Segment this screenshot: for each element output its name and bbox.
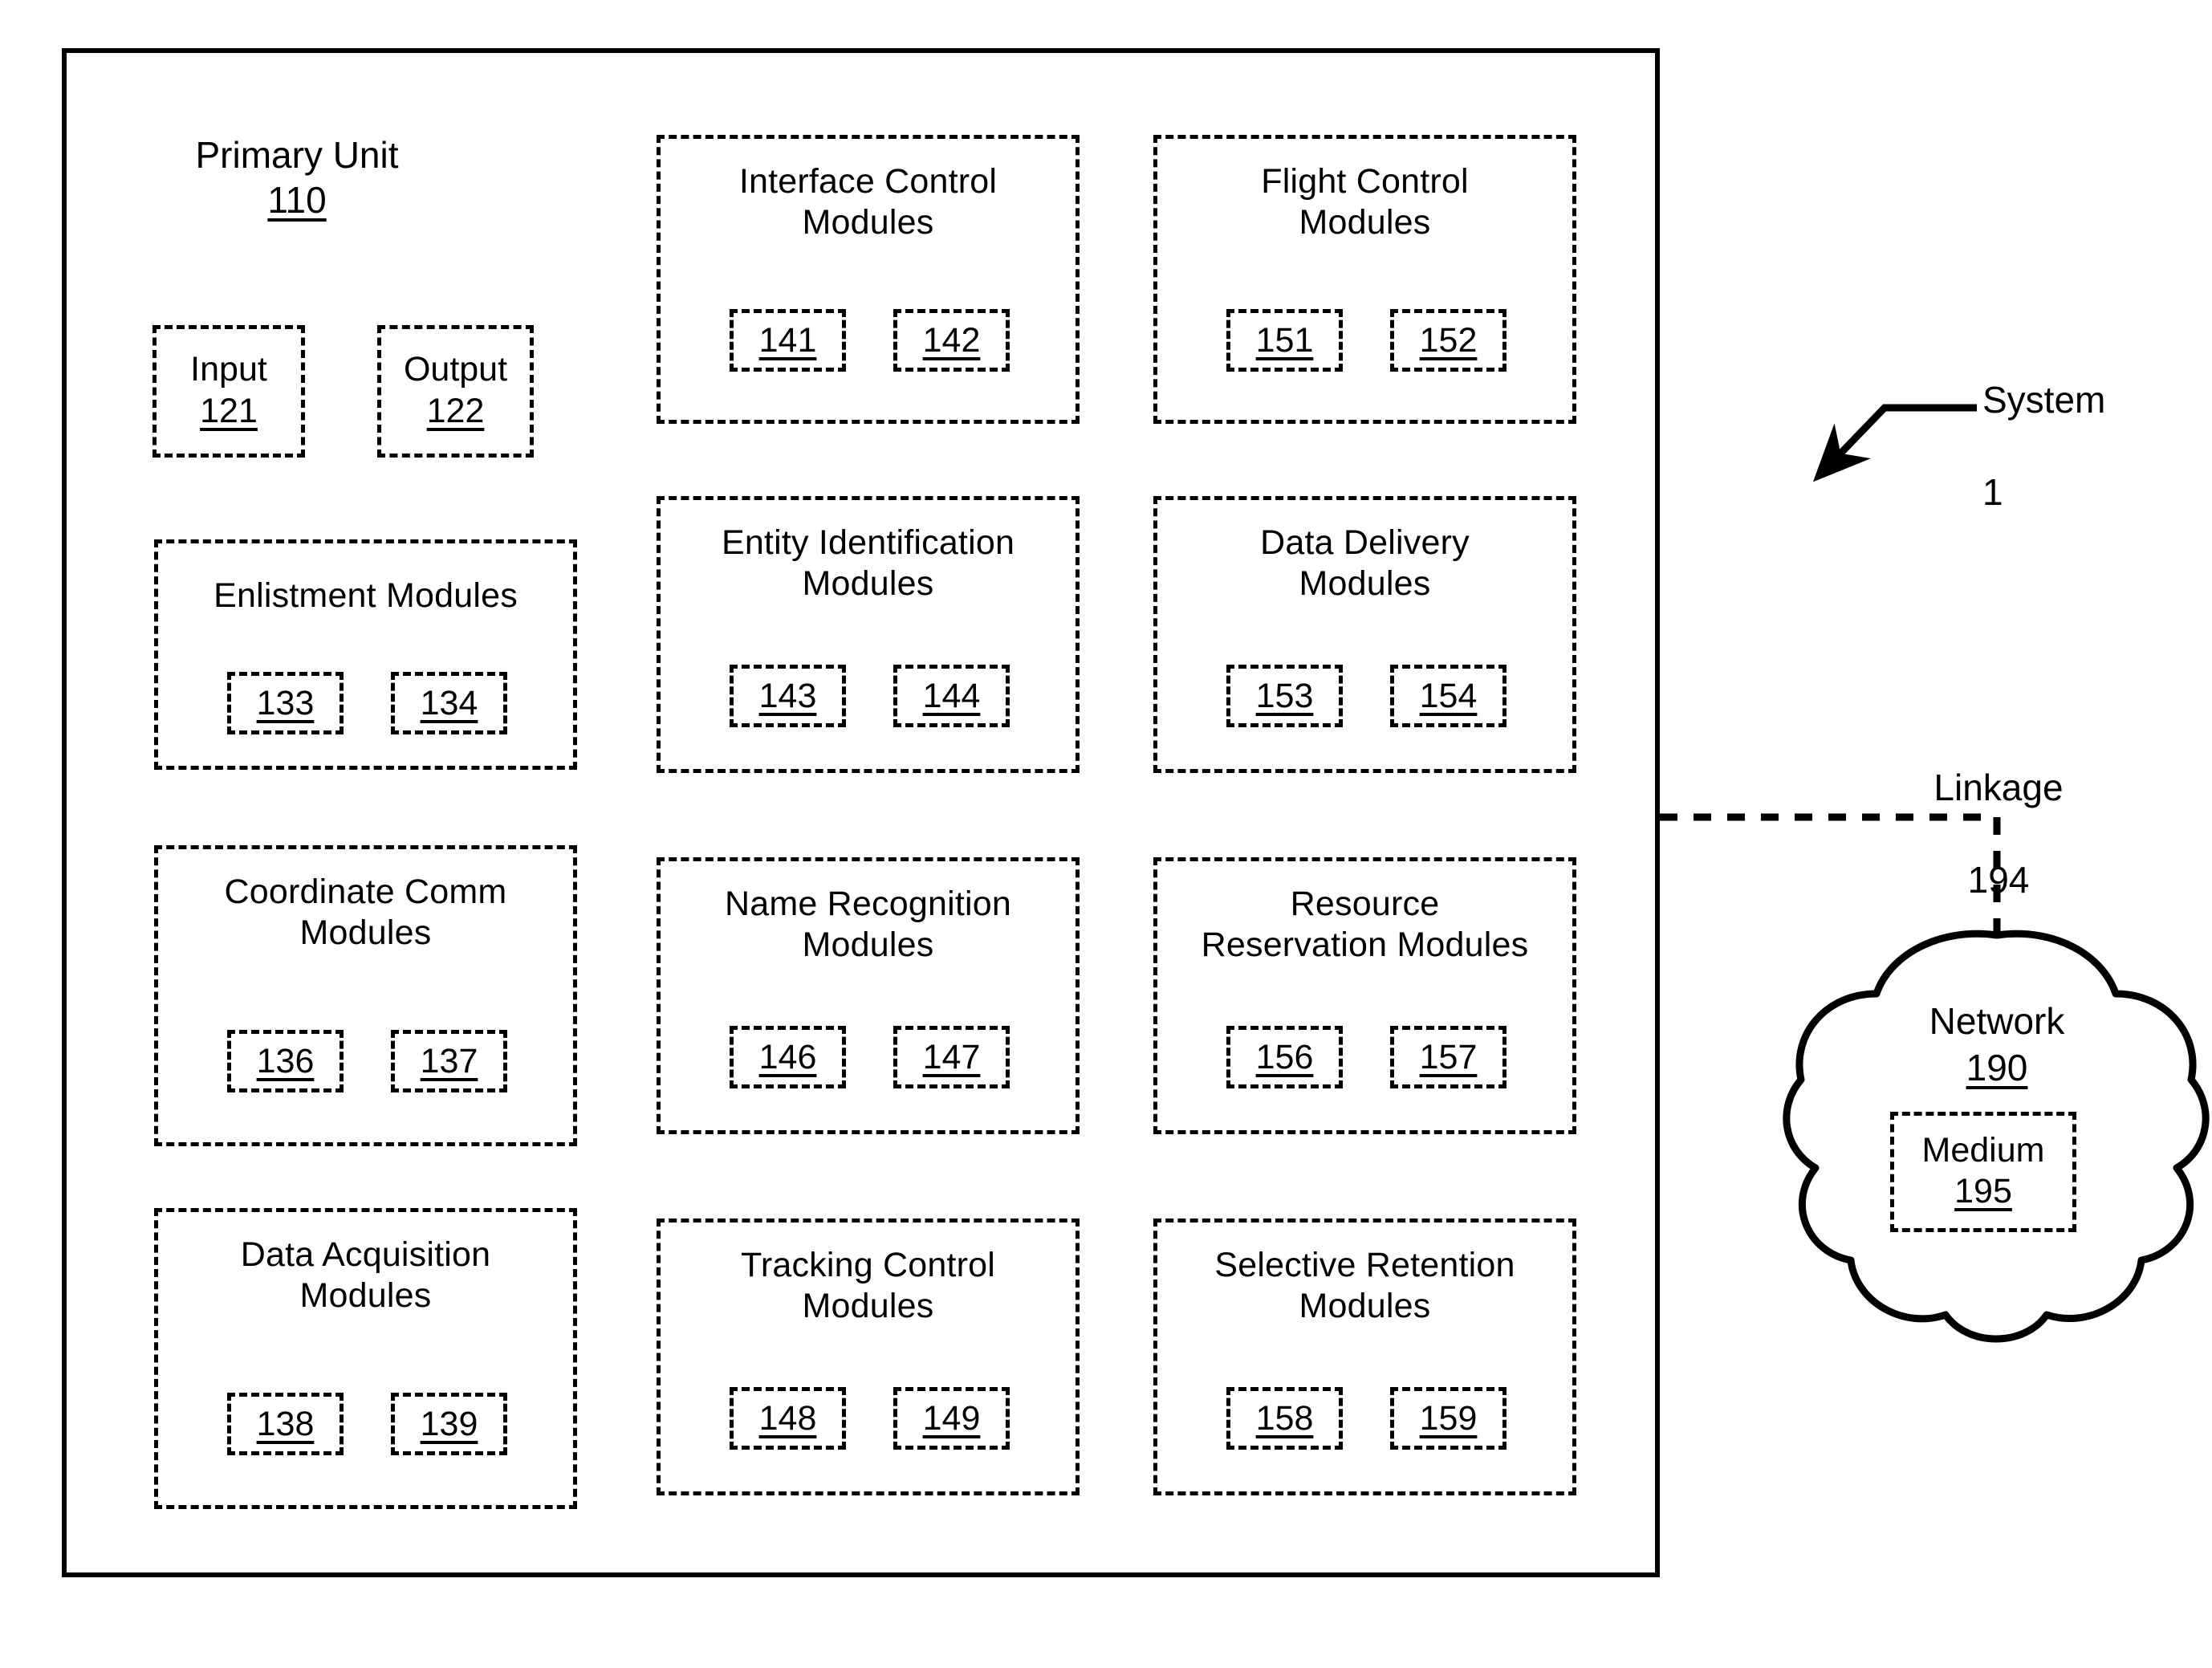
system-label: System: [1982, 378, 2106, 421]
group-title: Name Recognition Modules: [725, 885, 1011, 965]
network-title: Network 190: [1852, 999, 2141, 1091]
output-ref: 122: [426, 391, 485, 430]
sub-box-148[interactable]: 148: [730, 1387, 846, 1450]
group-title: Tracking Control Modules: [740, 1246, 996, 1326]
group-title: Data Delivery Modules: [1260, 523, 1470, 604]
group-title: Coordinate Comm Modules: [224, 873, 507, 953]
network-label: Network: [1929, 1000, 2065, 1042]
group-entity-identification-modules[interactable]: Entity Identification Modules 143 144: [657, 496, 1080, 773]
group-title: Flight Control Modules: [1261, 162, 1469, 242]
medium-box[interactable]: Medium 195: [1890, 1112, 2076, 1232]
system-annotation: System 1: [1982, 331, 2191, 562]
system-ref: 1: [1982, 470, 2003, 513]
sub-box-ref: 139: [420, 1404, 478, 1443]
sub-box-144[interactable]: 144: [893, 665, 1010, 727]
sub-box-139[interactable]: 139: [391, 1393, 507, 1455]
linkage-ref: 194: [1967, 858, 2030, 901]
sub-box-156[interactable]: 156: [1226, 1026, 1343, 1088]
sub-box-154[interactable]: 154: [1390, 665, 1507, 727]
sub-box-ref: 149: [922, 1398, 981, 1438]
group-title: Interface Control Modules: [738, 162, 998, 242]
group-enlistment-modules[interactable]: Enlistment Modules 133 134: [154, 539, 577, 770]
figure-canvas: Primary Unit 110 Input 121 Output 122 En…: [0, 0, 2212, 1668]
output-box[interactable]: Output 122: [377, 325, 534, 458]
sub-box-ref: 142: [922, 320, 981, 360]
primary-unit-heading: Primary Unit 110: [136, 132, 457, 222]
sub-box-ref: 151: [1255, 320, 1314, 360]
sub-box-ref: 148: [758, 1398, 817, 1438]
sub-box-ref: 154: [1419, 676, 1478, 715]
sub-box-136[interactable]: 136: [227, 1030, 344, 1092]
sub-box-141[interactable]: 141: [730, 309, 846, 372]
group-title: Resource Reservation Modules: [1201, 885, 1529, 965]
group-data-acquisition-modules[interactable]: Data Acquisition Modules 138 139: [154, 1208, 577, 1509]
linkage-annotation: Linkage 194: [1854, 718, 2143, 950]
sub-box-143[interactable]: 143: [730, 665, 846, 727]
input-label: Input: [190, 350, 267, 389]
primary-unit-ref: 110: [267, 179, 327, 222]
medium-label: Medium: [1921, 1130, 2045, 1170]
sub-box-ref: 153: [1255, 676, 1314, 715]
sub-box-ref: 141: [758, 320, 817, 360]
medium-ref: 195: [1954, 1172, 2012, 1211]
group-resource-reservation-modules[interactable]: Resource Reservation Modules 156 157: [1153, 857, 1576, 1134]
group-flight-control-modules[interactable]: Flight Control Modules 151 152: [1153, 135, 1576, 424]
sub-box-134[interactable]: 134: [391, 672, 507, 734]
sub-box-133[interactable]: 133: [227, 672, 344, 734]
group-data-delivery-modules[interactable]: Data Delivery Modules 153 154: [1153, 496, 1576, 773]
sub-box-142[interactable]: 142: [893, 309, 1010, 372]
sub-box-ref: 136: [256, 1041, 315, 1080]
group-coordinate-comm-modules[interactable]: Coordinate Comm Modules 136 137: [154, 845, 577, 1146]
sub-box-159[interactable]: 159: [1390, 1387, 1507, 1450]
sub-box-153[interactable]: 153: [1226, 665, 1343, 727]
sub-box-158[interactable]: 158: [1226, 1387, 1343, 1450]
sub-box-146[interactable]: 146: [730, 1026, 846, 1088]
group-title: Enlistment Modules: [213, 576, 518, 615]
sub-box-ref: 137: [420, 1041, 478, 1080]
sub-box-151[interactable]: 151: [1226, 309, 1343, 372]
sub-box-138[interactable]: 138: [227, 1393, 344, 1455]
sub-box-ref: 156: [1255, 1037, 1314, 1076]
group-name-recognition-modules[interactable]: Name Recognition Modules 146 147: [657, 857, 1080, 1134]
sub-box-ref: 143: [758, 676, 817, 715]
group-title: Data Acquisition Modules: [240, 1235, 491, 1316]
group-tracking-control-modules[interactable]: Tracking Control Modules 148 149: [657, 1218, 1080, 1495]
sub-box-ref: 158: [1255, 1398, 1314, 1438]
sub-box-147[interactable]: 147: [893, 1026, 1010, 1088]
sub-box-137[interactable]: 137: [391, 1030, 507, 1092]
sub-box-ref: 157: [1419, 1037, 1478, 1076]
system-leader-arrow: [1812, 404, 1977, 482]
linkage-label: Linkage: [1933, 766, 2064, 808]
sub-box-ref: 133: [256, 683, 315, 722]
primary-unit-label: Primary Unit: [195, 134, 399, 176]
sub-box-ref: 147: [922, 1037, 981, 1076]
input-ref: 121: [200, 391, 258, 430]
sub-box-ref: 152: [1419, 320, 1478, 360]
group-title: Selective Retention Modules: [1214, 1246, 1515, 1326]
sub-box-ref: 138: [256, 1404, 315, 1443]
input-box[interactable]: Input 121: [152, 325, 305, 458]
group-interface-control-modules[interactable]: Interface Control Modules 141 142: [657, 135, 1080, 424]
group-selective-retention-modules[interactable]: Selective Retention Modules 158 159: [1153, 1218, 1576, 1495]
sub-box-ref: 134: [420, 683, 478, 722]
group-title: Entity Identification Modules: [721, 523, 1015, 604]
sub-box-ref: 146: [758, 1037, 817, 1076]
output-label: Output: [403, 350, 508, 389]
sub-box-ref: 159: [1419, 1398, 1478, 1438]
sub-box-ref: 144: [922, 676, 981, 715]
sub-box-149[interactable]: 149: [893, 1387, 1010, 1450]
sub-box-152[interactable]: 152: [1390, 309, 1507, 372]
sub-box-157[interactable]: 157: [1390, 1026, 1507, 1088]
network-ref: 190: [1966, 1046, 2028, 1088]
